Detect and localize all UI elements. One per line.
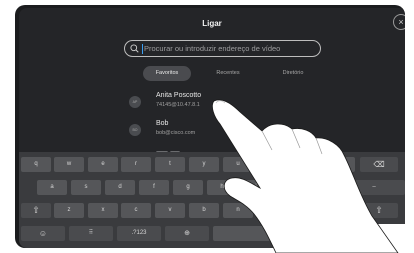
shift-key[interactable]: ⇧ [21, 203, 51, 218]
numbers-key[interactable]: .?123 [117, 226, 161, 241]
key-d[interactable]: d [105, 180, 135, 195]
space-key[interactable] [213, 226, 273, 241]
search-input[interactable] [144, 41, 316, 56]
contact-address: bob@cisco.com [156, 130, 196, 136]
key-a[interactable]: a [37, 180, 67, 195]
contact-name: Anita Poscotto [156, 92, 202, 99]
tab-bar: Favoritos Recentes Diretório [125, 66, 321, 81]
key-o[interactable]: o [291, 157, 321, 172]
tab-recents[interactable]: Recentes [203, 66, 253, 81]
key-r[interactable]: r [121, 157, 151, 172]
dictation-key[interactable]: ⠿ [69, 226, 113, 241]
key-z[interactable]: z [54, 203, 84, 218]
key-l[interactable]: l [309, 180, 339, 195]
key-m[interactable]: m [257, 203, 287, 218]
avatar: AP [129, 96, 141, 108]
key-g[interactable]: g [173, 180, 203, 195]
search-field[interactable] [124, 40, 321, 57]
globe-icon: ⊕ [184, 230, 190, 237]
text-cursor [142, 44, 143, 54]
emoji-icon: ☺ [38, 229, 48, 238]
key-k[interactable]: k [275, 180, 305, 195]
dialog-title: Ligar [202, 19, 222, 28]
key-t[interactable]: t [155, 157, 185, 172]
close-icon: × [398, 17, 404, 27]
mic-icon: ⠿ [88, 230, 94, 236]
avatar: BO [129, 124, 141, 136]
shift-icon: ⇧ [375, 205, 383, 215]
close-button[interactable]: × [393, 14, 405, 30]
emoji-key[interactable]: ☺ [21, 226, 65, 241]
tab-directory[interactable]: Diretório [268, 66, 318, 81]
search-icon [130, 44, 139, 53]
key-y[interactable]: y [189, 157, 219, 172]
shift-key-right[interactable]: ⇧ [360, 203, 398, 218]
key-q[interactable]: q [21, 157, 51, 172]
call-dialog: Ligar × Favoritos Recentes Diretório AP … [19, 8, 405, 248]
call-button[interactable]: Ligar [346, 224, 406, 248]
key-j[interactable]: j [241, 180, 271, 195]
key-h[interactable]: h [207, 180, 237, 195]
contact-name: Bob [156, 120, 169, 127]
key-s[interactable]: s [71, 180, 101, 195]
key-x[interactable]: x [88, 203, 118, 218]
key-v[interactable]: v [155, 203, 185, 218]
key-f[interactable]: f [139, 180, 169, 195]
touch-screen: Ligar × Favoritos Recentes Diretório AP … [15, 5, 405, 248]
contact-item[interactable]: BO Bob bob@cisco.com [129, 120, 249, 142]
key-c[interactable]: c [121, 203, 151, 218]
backspace-icon: ⌫ [373, 160, 385, 169]
key-p[interactable]: p [325, 157, 355, 172]
key-e[interactable]: e [88, 157, 118, 172]
contact-address: 74145@10.47.8.1 [156, 102, 200, 108]
key-u[interactable]: u [223, 157, 253, 172]
shift-icon: ⇧ [32, 205, 40, 215]
key-b[interactable]: b [189, 203, 219, 218]
at-key[interactable]: @ [277, 226, 321, 241]
dash-key[interactable]: – [343, 180, 405, 195]
language-key[interactable]: ⊕ [165, 226, 209, 241]
contact-item[interactable]: AP Anita Poscotto 74145@10.47.8.1 [129, 92, 249, 114]
key-n[interactable]: n [223, 203, 253, 218]
key-w[interactable]: w [54, 157, 84, 172]
key-i[interactable]: i [257, 157, 287, 172]
tab-favorites[interactable]: Favoritos [143, 66, 191, 81]
backspace-key[interactable]: ⌫ [360, 157, 398, 172]
